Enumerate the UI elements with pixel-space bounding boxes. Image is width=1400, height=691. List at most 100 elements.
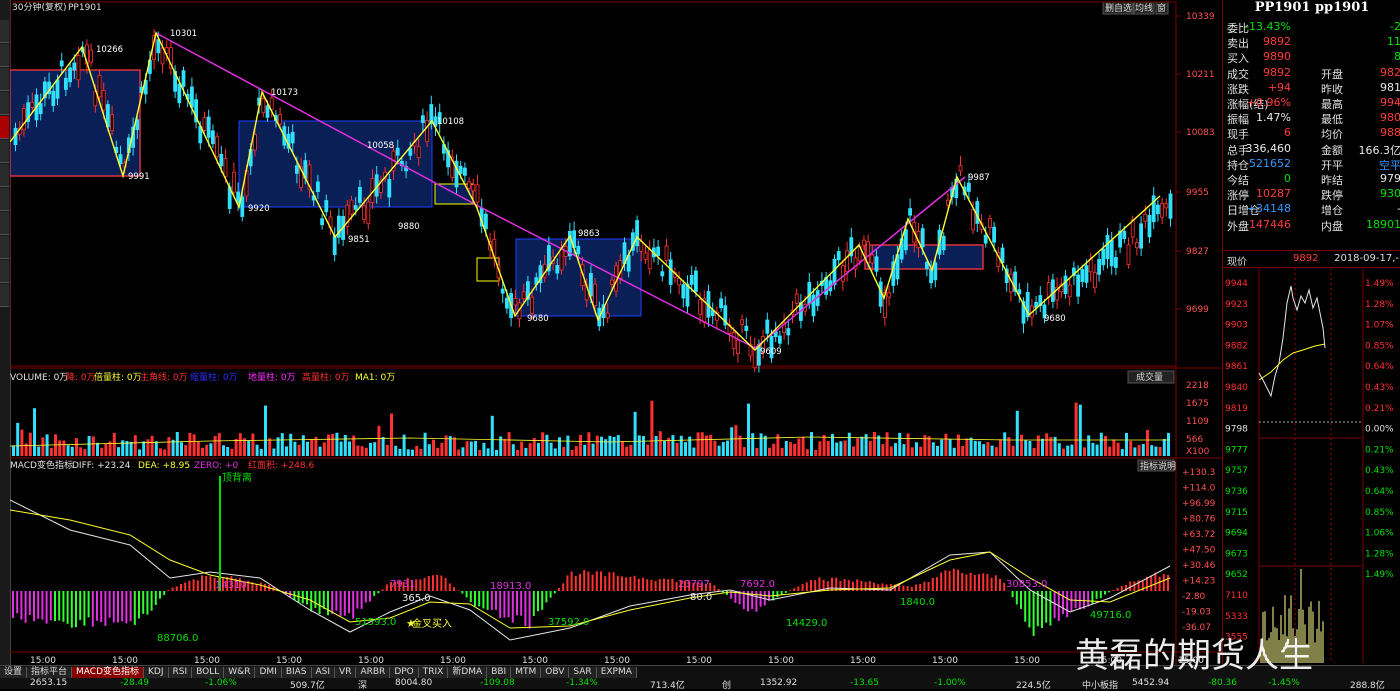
- left-tool-5[interactable]: [0, 116, 9, 139]
- volume-bar: [600, 437, 603, 456]
- window-button[interactable]: 窗: [1157, 2, 1166, 14]
- left-tool-4[interactable]: [0, 92, 9, 115]
- volume-bar: [1020, 435, 1023, 456]
- left-tool-8[interactable]: [0, 188, 9, 211]
- intraday-pct-label: 1.28%: [1365, 549, 1394, 559]
- intraday-pct-label: 1.49%: [1365, 570, 1394, 580]
- indicator-tab[interactable]: DMI: [255, 667, 281, 678]
- quote-value: 994: [1380, 96, 1400, 109]
- candle-body: [350, 200, 353, 214]
- quote-label: 现手: [1227, 126, 1249, 142]
- indicator-tab[interactable]: MACD变色指标: [72, 667, 144, 678]
- left-tool-10[interactable]: [0, 236, 9, 259]
- volume-bar: [978, 441, 981, 456]
- swing-label: 10108: [437, 117, 464, 127]
- macd-bar: [638, 579, 640, 591]
- candle-body: [354, 206, 357, 210]
- indicator-tab[interactable]: 设置: [0, 667, 27, 678]
- macd-bar: [100, 591, 102, 622]
- volume-bar: [1096, 445, 1099, 456]
- macd-annotation: 51593.0: [355, 617, 396, 628]
- volume-bar: [201, 448, 204, 456]
- indicator-tab[interactable]: SAR: [569, 667, 596, 678]
- indicator-tab[interactable]: 新DMA: [448, 667, 487, 678]
- volume-bar: [29, 433, 32, 456]
- left-tool-6[interactable]: [0, 140, 9, 163]
- indicator-tab[interactable]: VR: [335, 667, 356, 678]
- volume-item: MA1: 0万: [355, 373, 395, 383]
- indicator-tab[interactable]: RSI: [169, 667, 193, 678]
- indicator-tab[interactable]: ARBR: [356, 667, 390, 678]
- volume-bar: [823, 435, 826, 456]
- indicator-tab[interactable]: DPO: [390, 667, 418, 678]
- candle-body: [606, 313, 609, 318]
- indicator-tab[interactable]: BOLL: [192, 667, 224, 678]
- volume-item: 地量柱: 0万: [248, 371, 296, 383]
- quote-value: 988: [1380, 126, 1400, 139]
- chart-area[interactable]: 30分钟(复权) PP1901 删自选 均线 窗 103391021110083…: [10, 0, 1186, 665]
- volume-bar: [550, 443, 553, 456]
- left-tool-11[interactable]: [0, 260, 9, 283]
- left-tool-12[interactable]: [0, 284, 9, 307]
- macd-bar: [138, 591, 140, 618]
- macd-bar: [159, 591, 161, 599]
- indicator-tab[interactable]: OBV: [541, 667, 569, 678]
- macd-bar: [260, 583, 262, 591]
- candle-body: [1089, 259, 1092, 272]
- macd-bar: [957, 570, 959, 591]
- indicator-tab[interactable]: 指标平台: [27, 667, 72, 678]
- macd-bar: [188, 581, 190, 591]
- indicator-tab[interactable]: KDJ: [144, 667, 169, 678]
- status-value: -13.65: [850, 678, 879, 688]
- volume-bar: [579, 435, 582, 456]
- left-tool-2[interactable]: [0, 44, 9, 67]
- macd-bar: [62, 591, 64, 622]
- volume-bar: [155, 441, 158, 456]
- volume-bar: [747, 404, 750, 456]
- candle-body: [984, 235, 987, 243]
- main-chart-svg[interactable]: 30分钟(复权) PP1901 删自选 均线 窗 103391021110083…: [10, 0, 1222, 665]
- candle-body: [363, 206, 366, 219]
- volume-bar: [688, 437, 691, 456]
- swing-label: 9609: [760, 347, 782, 357]
- indicator-tab[interactable]: ASI: [312, 667, 336, 678]
- time-label: 15:00: [358, 656, 384, 665]
- volume-bar: [293, 442, 296, 456]
- volume-bar: [1041, 439, 1044, 456]
- left-tool-9[interactable]: [0, 212, 9, 235]
- indicator-tab[interactable]: BBI: [487, 667, 511, 678]
- macd-bar: [587, 572, 589, 591]
- indicator-tab[interactable]: MTM: [511, 667, 541, 678]
- volume-bar: [340, 442, 343, 456]
- volume-bar: [327, 435, 330, 456]
- macd-bar: [155, 591, 157, 605]
- price-tick-label: 9827: [1186, 247, 1209, 257]
- candle-body: [921, 229, 924, 247]
- avg-button[interactable]: 均线: [1135, 2, 1153, 14]
- quote-row: 委比-13.43%-2: [1223, 20, 1400, 35]
- indicator-tab[interactable]: TRIX: [419, 667, 449, 678]
- volume-bar: [264, 406, 267, 456]
- indicator-tab[interactable]: BIAS: [282, 667, 312, 678]
- candle-body: [648, 250, 651, 269]
- indicator-tab[interactable]: EXPMA: [597, 667, 637, 678]
- volume-type-button[interactable]: 成交量: [1136, 371, 1163, 383]
- volume-bar: [100, 448, 103, 456]
- candle-body: [157, 40, 160, 53]
- volume-bar: [949, 439, 952, 456]
- intraday-price-label: 9798: [1225, 425, 1248, 435]
- left-tool-7[interactable]: [0, 164, 9, 187]
- volume-bar: [907, 433, 910, 456]
- volume-bar: [419, 449, 422, 456]
- left-tool-1[interactable]: [0, 20, 9, 43]
- golden-cross-buy[interactable]: 金叉买入: [412, 617, 452, 630]
- restore-button[interactable]: 删自选: [1105, 2, 1132, 14]
- volume-bar: [151, 436, 154, 456]
- status-value: 创: [722, 678, 731, 691]
- volume-bar: [713, 441, 716, 456]
- indicator-help-button[interactable]: 指标说明: [1140, 460, 1176, 472]
- left-tool-3[interactable]: [0, 68, 9, 91]
- volume-bar: [524, 448, 527, 456]
- indicator-tab[interactable]: W&R: [224, 667, 255, 678]
- macd-bar: [806, 582, 808, 591]
